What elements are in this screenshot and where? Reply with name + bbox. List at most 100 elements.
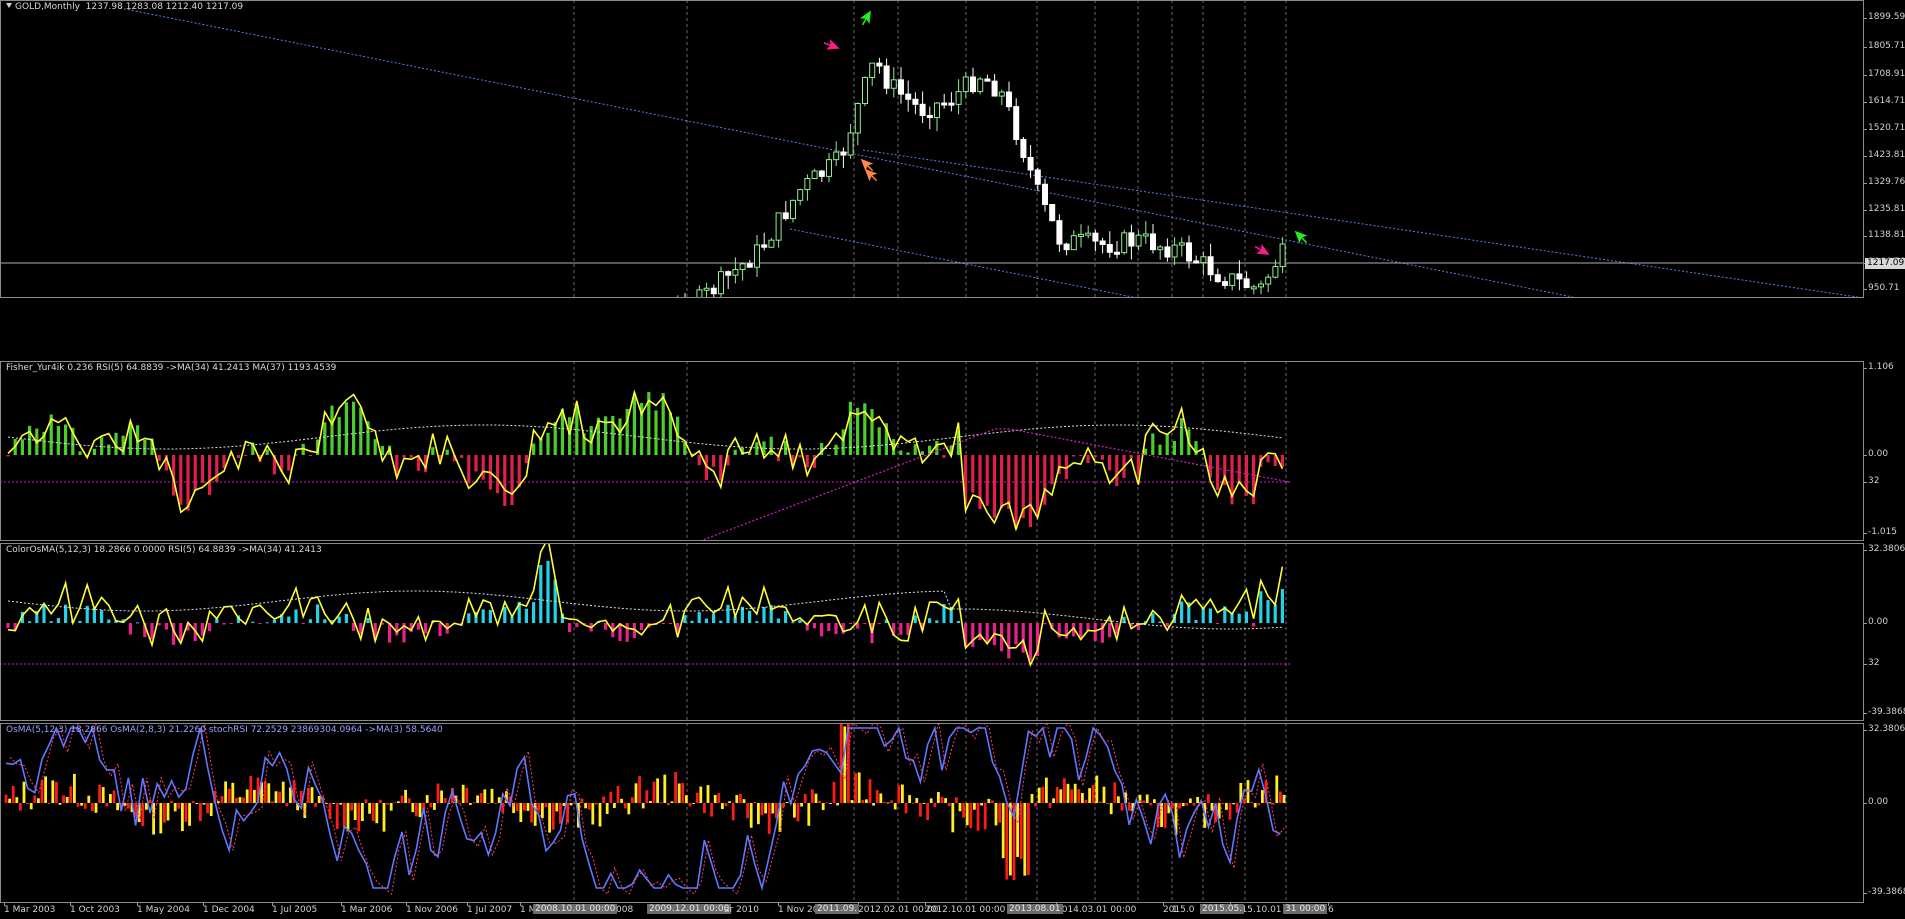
- histogram-bar: [1014, 455, 1018, 529]
- histogram-bar: [827, 454, 831, 456]
- histogram-bar: [1194, 620, 1198, 623]
- osma-bar: [886, 802, 890, 804]
- time-tick: [778, 903, 779, 906]
- osma-bar: [1081, 792, 1084, 803]
- osma-bar: [55, 781, 58, 803]
- histogram-bar: [575, 405, 579, 455]
- osma-bar: [677, 783, 681, 803]
- histogram-bar: [344, 402, 348, 455]
- histogram-bar: [481, 609, 485, 623]
- histogram-bar: [1144, 448, 1148, 455]
- osma-bar: [548, 803, 551, 833]
- osma-bar: [400, 795, 404, 803]
- osma-bar: [368, 803, 371, 814]
- colorosma-chart[interactable]: [0, 543, 1864, 721]
- osma-bar: [19, 803, 22, 811]
- histogram-bar: [258, 623, 262, 624]
- osma-bar: [101, 787, 105, 803]
- histogram-bar: [712, 613, 716, 623]
- arrow-marker-icon: [823, 39, 840, 50]
- candle-body: [761, 244, 768, 248]
- fisher-scale[interactable]: 1.106 0.00 32 -1.015: [1864, 361, 1905, 541]
- histogram-bar: [496, 455, 500, 494]
- osma-scale[interactable]: 32.3806 0.00 -39.3868: [1864, 723, 1905, 903]
- osma-bar: [199, 803, 202, 822]
- scale-tick: [1864, 533, 1867, 534]
- osma-bar: [1279, 791, 1282, 803]
- colorosma-scale[interactable]: 32.3806 0.00 32 -39.3868: [1864, 543, 1905, 721]
- osma-bar: [343, 803, 346, 829]
- osma-bar: [1196, 796, 1199, 803]
- osma-bar: [33, 795, 37, 803]
- colorosma-indicator-pane[interactable]: ColorOsMA(5,12,3) 18.2866 0.0000 RSI(5) …: [0, 543, 1905, 721]
- histogram-bar: [301, 623, 305, 624]
- osma-bar: [1192, 803, 1196, 806]
- osma-indicator-pane[interactable]: OsMA(5,12,3) 18.2866 OsMA(2,8,3) 21.2260…: [0, 723, 1905, 903]
- fisher-pane-title: Fisher_Yur4ik 0.236 RSI(5) 64.8839 ->MA(…: [6, 363, 337, 373]
- osma-bar: [346, 803, 350, 832]
- osma-bar: [15, 797, 19, 803]
- osma-bar: [955, 797, 958, 803]
- candle-body: [1164, 246, 1171, 258]
- histogram-bar: [1093, 623, 1097, 642]
- fisher-chart[interactable]: [0, 361, 1864, 541]
- candle-body: [703, 287, 710, 291]
- scale-tick: [1864, 236, 1867, 237]
- osma-bar: [1228, 803, 1232, 820]
- histogram-bar: [308, 619, 312, 623]
- osma-bar: [483, 789, 487, 803]
- time-label-fragment: 1: [1172, 905, 1178, 915]
- histogram-bar: [863, 623, 867, 624]
- osma-bar: [872, 803, 875, 806]
- candle-body: [1034, 169, 1041, 185]
- histogram-bar: [712, 455, 716, 467]
- histogram-bar: [553, 422, 557, 455]
- histogram-bar: [1266, 600, 1270, 623]
- histogram-bar: [136, 622, 140, 624]
- osma-bar: [220, 796, 224, 803]
- histogram-bar: [244, 455, 248, 456]
- osma-chart[interactable]: [0, 723, 1864, 903]
- osma-bar: [429, 803, 433, 808]
- main-price-scale[interactable]: 1899.59 1805.71 1708.91 1614.71 1520.71 1423.…: [1864, 0, 1905, 298]
- osma-bar: [353, 803, 357, 821]
- histogram-bar: [697, 612, 701, 623]
- osma-bar: [109, 793, 112, 803]
- price-chart[interactable]: [0, 0, 1864, 298]
- time-tick: [341, 903, 342, 906]
- candle-body: [1186, 242, 1192, 262]
- main-price-pane[interactable]: GOLD,Monthly 1237.98 1283.08 1212.40 121…: [0, 0, 1905, 298]
- osma-bar: [1268, 802, 1271, 804]
- histogram-bar: [438, 623, 442, 637]
- osma-bar: [692, 803, 695, 804]
- candle-body: [905, 93, 912, 100]
- osma-bar: [818, 800, 821, 803]
- time-label: 1 Oct 2003: [70, 905, 120, 915]
- histogram-bar: [1000, 455, 1004, 508]
- histogram-bar: [812, 623, 816, 629]
- histogram-bar: [164, 623, 168, 630]
- osma-bar: [245, 789, 249, 803]
- histogram-bar: [344, 613, 348, 623]
- candle-body: [1279, 243, 1286, 268]
- histogram-bar: [1093, 455, 1097, 458]
- osma-bar: [476, 795, 479, 803]
- pane-menu-triangle-icon[interactable]: [6, 3, 12, 8]
- fisher-indicator-pane[interactable]: Fisher_Yur4ik 0.236 RSI(5) 64.8839 ->MA(…: [0, 361, 1905, 541]
- histogram-bar: [424, 623, 428, 634]
- candle-body: [898, 79, 904, 95]
- time-axis[interactable]: 1 Mar 2003 1 Oct 2003 1 May 2004 1 Dec 2004…: [0, 903, 1905, 919]
- osma-bar: [688, 803, 692, 807]
- scale-tick: [1864, 713, 1867, 714]
- osma-bar: [908, 795, 911, 803]
- osma-bar: [587, 803, 591, 810]
- osma-bar: [105, 803, 109, 807]
- osma-bar: [1059, 789, 1063, 803]
- osma-bar: [595, 803, 598, 805]
- histogram-bar: [308, 455, 312, 456]
- osma-bar: [1257, 803, 1261, 806]
- histogram-bar: [899, 450, 903, 455]
- osma-bar: [332, 803, 335, 804]
- osma-bar: [184, 803, 188, 822]
- osma-bar: [663, 774, 667, 803]
